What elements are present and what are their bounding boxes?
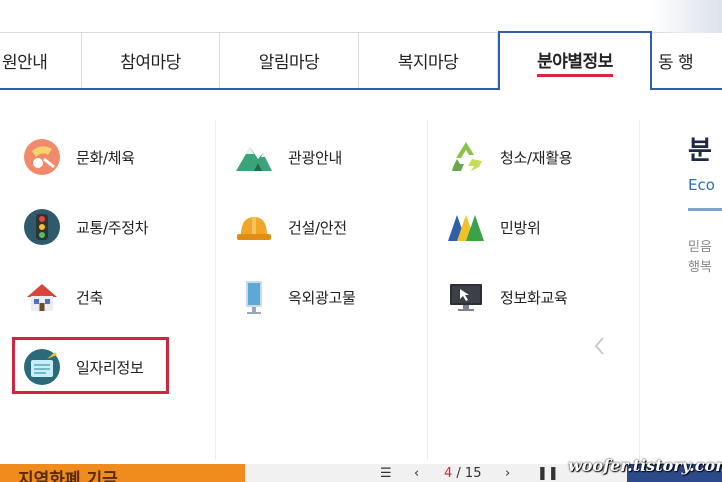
menu-item-outdoor-ads[interactable]: 옥외광고물 [234,275,356,319]
tab-label: 복지마당 [397,53,459,73]
main-navigation: 원안내 참여마당 알림마당 복지마당 분야별정보 동 행 [0,31,722,90]
menu-item-label: 건설/안전 [288,218,347,237]
menu-item-culture-sports[interactable]: 문화/체육 [22,135,135,179]
chevron-left-icon[interactable]: ‹ [414,464,419,482]
chevron-right-icon[interactable]: › [505,464,510,482]
tab-guide[interactable]: 원안내 [0,33,82,88]
banner-orange[interactable]: 지역화폐 기금 [0,464,245,482]
side-title: 분 [688,136,712,166]
menu-item-label: 정보화교육 [500,288,568,307]
tab-label: 분야별정보 [537,47,613,77]
submenu-panel: 문화/체육 교통/주정차 건축 일자리정보 관광안내 건설/안전 옥외광고물 청… [0,90,722,464]
menu-item-traffic[interactable]: 교통/주정차 [22,205,149,249]
pause-icon[interactable]: ❚❚ [537,464,559,482]
menu-item-label: 교통/주정차 [76,218,149,237]
page-total: / 15 [456,465,482,481]
column-divider [427,120,428,460]
civil-defense-icon [446,207,486,247]
banner-text: 지역화폐 기금 [18,470,118,482]
chevron-left-icon [594,337,604,355]
column-divider [639,120,640,460]
menu-item-tourism[interactable]: 관광안내 [234,135,342,179]
highlight-annotation-box [12,337,169,394]
tab-more[interactable]: 동 행 [652,33,722,88]
carousel-prev-arrow[interactable] [592,335,606,357]
side-subtitle: Eco [688,176,715,194]
menu-item-civil-defense[interactable]: 민방위 [446,205,541,249]
tab-label: 동 행 [658,53,694,73]
menu-item-label: 관광안내 [288,148,343,167]
menu-item-label: 문화/체육 [76,148,135,167]
tab-welfare[interactable]: 복지마당 [359,33,498,88]
menu-list-icon[interactable]: ☰ [380,464,392,482]
top-bar-fade [652,0,722,33]
menu-item-label: 민방위 [500,218,541,237]
house-icon [22,277,62,317]
billboard-icon [234,277,274,317]
watermark-text: woofer.tistory.com [568,456,722,475]
menu-item-label: 건축 [76,288,104,307]
mountain-icon [234,137,274,177]
traffic-light-icon [22,207,62,247]
side-description-line: 믿음 [688,240,712,255]
tab-field-info[interactable]: 분야별정보 [498,31,652,90]
side-description: 믿음 행복 [688,238,712,278]
menu-item-architecture[interactable]: 건축 [22,275,103,319]
tab-label: 알림마당 [258,53,320,73]
hard-hat-icon [234,207,274,247]
side-description-line: 행복 [688,260,712,275]
tab-label: 참여마당 [120,53,181,73]
side-divider [688,208,722,211]
tab-label: 원안내 [2,53,48,73]
top-bar [0,0,722,33]
culture-sports-icon [22,137,62,177]
menu-item-it-education[interactable]: 정보화교육 [446,275,568,319]
menu-item-construction-safety[interactable]: 건설/안전 [234,205,347,249]
menu-item-label: 옥외광고물 [288,288,356,307]
tab-notice[interactable]: 알림마당 [220,33,359,88]
menu-item-cleaning-recycling[interactable]: 청소/재활용 [446,135,573,179]
column-divider [215,120,216,460]
page-current: 4 [444,465,453,481]
monitor-icon [446,277,486,317]
tab-participation[interactable]: 참여마당 [82,33,220,88]
recycle-icon [446,137,486,177]
menu-item-label: 청소/재활용 [500,148,573,167]
page-indicator: 4 / 15 [444,464,481,482]
